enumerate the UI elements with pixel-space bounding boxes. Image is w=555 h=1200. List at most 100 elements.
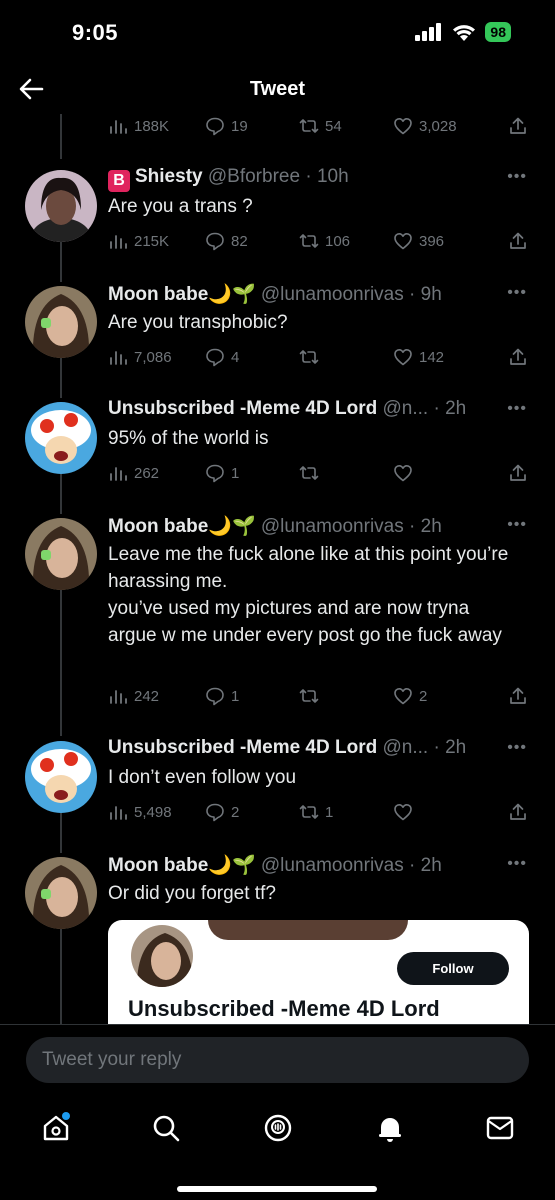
views-icon: [110, 351, 127, 365]
display-name[interactable]: Unsubscribed -Meme 4D Lord: [108, 398, 377, 419]
display-name[interactable]: Moon babe: [108, 855, 208, 876]
views-button[interactable]: 215K: [108, 231, 205, 251]
like-button[interactable]: 396: [393, 231, 498, 251]
timestamp[interactable]: 2h: [421, 516, 442, 537]
handle[interactable]: @n...: [383, 398, 429, 419]
like-button[interactable]: [393, 802, 498, 822]
reply-button[interactable]: 1: [205, 686, 299, 706]
avatar[interactable]: [25, 741, 97, 813]
avatar[interactable]: [25, 402, 97, 474]
search-icon: [153, 1115, 180, 1142]
display-name[interactable]: Moon babe: [108, 516, 208, 537]
more-options-icon[interactable]: •••: [507, 284, 527, 302]
share-button[interactable]: [498, 802, 528, 822]
action-bar: 188K 19 54 3,028: [108, 114, 528, 138]
avatar[interactable]: [25, 518, 97, 590]
timestamp[interactable]: 2h: [445, 737, 466, 758]
views-button[interactable]: 242: [108, 686, 205, 706]
handle[interactable]: @lunamoonrivas: [261, 516, 404, 537]
retweet-count: 54: [325, 117, 342, 135]
views-icon: [110, 235, 127, 249]
handle[interactable]: @lunamoonrivas: [261, 284, 404, 305]
retweet-button[interactable]: 106: [299, 231, 393, 251]
views-button[interactable]: 262: [108, 463, 205, 483]
reply-count: 1: [231, 464, 240, 482]
handle[interactable]: @Bforbree: [208, 166, 300, 187]
reply-button[interactable]: 4: [205, 347, 299, 367]
like-icon: [394, 349, 412, 366]
share-button[interactable]: [498, 231, 528, 251]
timestamp[interactable]: 9h: [421, 284, 442, 305]
action-bar: 5,498 2 1: [108, 800, 528, 824]
battery-indicator: 98: [485, 22, 511, 42]
tweet-text: Are you transphobic?: [108, 312, 288, 333]
status-bar: 9:05 98: [0, 0, 555, 66]
display-name[interactable]: Unsubscribed -Meme 4D Lord: [108, 737, 377, 758]
views-icon: [110, 806, 127, 820]
share-button[interactable]: [498, 347, 528, 367]
reply-button[interactable]: 1: [205, 463, 299, 483]
more-options-icon[interactable]: •••: [507, 516, 527, 534]
reply-button[interactable]: 2: [205, 802, 299, 822]
reply-count: 82: [231, 232, 248, 250]
retweet-button[interactable]: [299, 686, 393, 706]
display-name[interactable]: Shiesty: [135, 166, 203, 187]
nav-spaces[interactable]: [260, 1110, 296, 1146]
like-button[interactable]: [393, 463, 498, 483]
retweet-count: 106: [325, 232, 351, 250]
like-icon: [394, 118, 412, 135]
views-button[interactable]: 7,086: [108, 347, 205, 367]
reply-button[interactable]: 19: [205, 116, 299, 136]
like-button[interactable]: 3,028: [393, 116, 498, 136]
reply-icon: [206, 464, 224, 483]
more-options-icon[interactable]: •••: [507, 400, 527, 418]
share-button[interactable]: [498, 116, 528, 136]
views-button[interactable]: 188K: [108, 116, 205, 136]
views-icon: [110, 690, 127, 704]
share-button[interactable]: [498, 686, 528, 706]
like-button[interactable]: 2: [393, 686, 498, 706]
nav-search[interactable]: [148, 1110, 184, 1146]
wifi-icon: [453, 24, 476, 41]
retweet-button[interactable]: 54: [299, 116, 393, 136]
nav-messages[interactable]: [482, 1110, 518, 1146]
avatar[interactable]: [25, 857, 97, 929]
dot-separator: ·: [428, 737, 446, 758]
embedded-profile-card[interactable]: Follow Unsubscribed -Meme 4D Lord: [108, 920, 529, 1024]
timestamp[interactable]: 2h: [421, 855, 442, 876]
reply-input[interactable]: Tweet your reply: [26, 1037, 529, 1083]
timestamp[interactable]: 2h: [445, 398, 466, 419]
retweet-button[interactable]: [299, 463, 393, 483]
like-button[interactable]: 142: [393, 347, 498, 367]
nav-notifications[interactable]: [372, 1110, 408, 1146]
share-button[interactable]: [498, 463, 528, 483]
tweet-header: Moon babe🌙🌱 @lunamoonrivas · 2h: [108, 853, 508, 877]
views-button[interactable]: 5,498: [108, 802, 205, 822]
avatar[interactable]: [25, 170, 97, 242]
retweet-button[interactable]: 1: [299, 802, 393, 822]
more-options-icon[interactable]: •••: [507, 168, 527, 186]
tweet-text: 95% of the world is: [108, 428, 269, 449]
retweet-button[interactable]: [299, 347, 393, 367]
home-indicator[interactable]: [177, 1186, 377, 1192]
more-options-icon[interactable]: •••: [507, 739, 527, 757]
display-name[interactable]: Moon babe: [108, 284, 208, 305]
avatar[interactable]: [25, 286, 97, 358]
share-icon: [510, 687, 526, 704]
more-options-icon[interactable]: •••: [507, 855, 527, 873]
page-title: Tweet: [249, 78, 306, 100]
retweet-icon: [299, 689, 319, 703]
spaces-icon: [264, 1114, 292, 1142]
handle[interactable]: @n...: [383, 737, 429, 758]
tweet-text: Or did you forget tf?: [108, 883, 276, 904]
follow-button[interactable]: Follow: [397, 952, 509, 985]
reply-button[interactable]: 82: [205, 231, 299, 251]
handle[interactable]: @lunamoonrivas: [261, 855, 404, 876]
nav-home[interactable]: [38, 1110, 74, 1146]
notification-dot: [62, 1112, 70, 1120]
like-count: 2: [419, 687, 428, 705]
status-time: 9:05: [72, 20, 119, 45]
timestamp[interactable]: 10h: [317, 166, 349, 187]
retweet-icon: [299, 466, 319, 480]
retweet-count: 1: [325, 803, 334, 821]
